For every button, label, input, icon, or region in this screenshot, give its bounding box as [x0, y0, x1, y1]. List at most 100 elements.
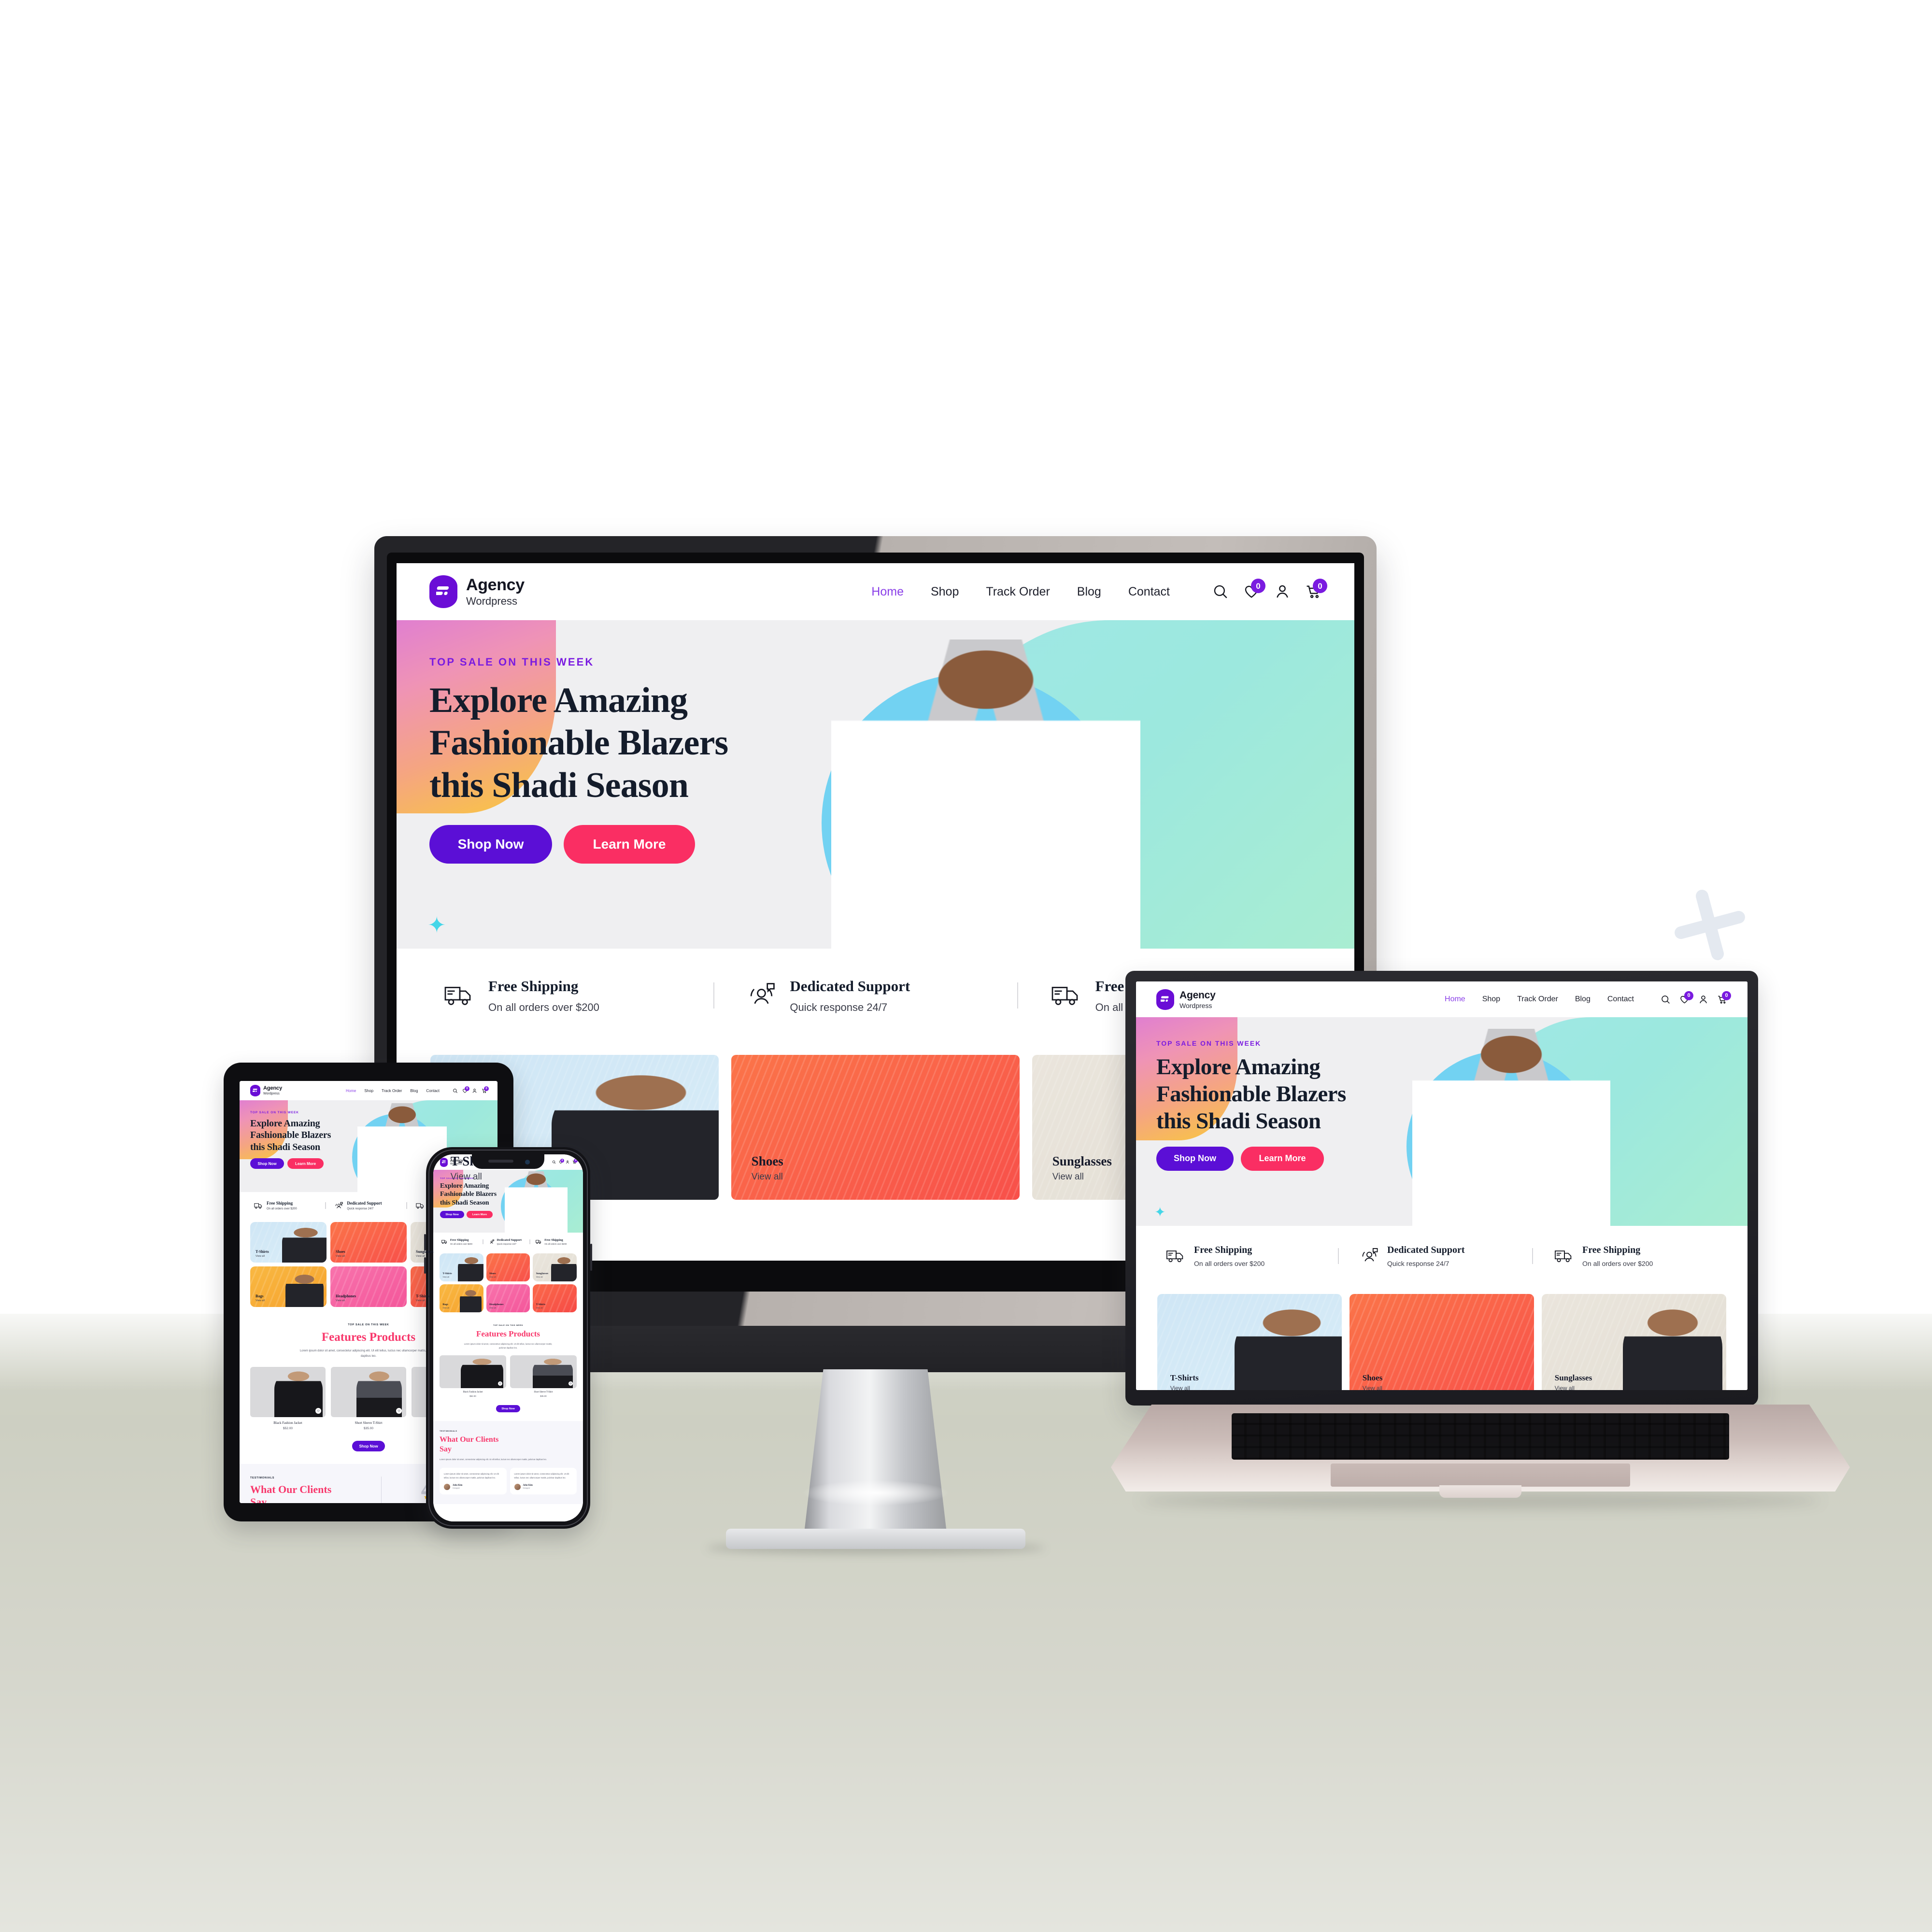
cart-icon[interactable]: 0 [482, 1086, 489, 1094]
learn-more-button[interactable]: Learn More [564, 825, 695, 864]
avatar [514, 1483, 521, 1490]
heart-icon[interactable] [396, 1407, 402, 1414]
category-view-all[interactable]: View all [1052, 1172, 1112, 1182]
category-view-all[interactable]: View all [416, 1299, 429, 1302]
user-icon[interactable] [1698, 994, 1708, 1005]
user-icon[interactable] [566, 1160, 569, 1164]
nav-item-shop[interactable]: Shop [1482, 995, 1500, 1004]
category-view-all[interactable]: View all [416, 1255, 433, 1258]
shop-now-button[interactable]: Shop Now [1156, 1146, 1234, 1171]
category-card-headphones[interactable]: Headphones View all [486, 1284, 530, 1312]
brand-logo[interactable]: Agency Wordpress [1156, 989, 1216, 1010]
category-card-shoes[interactable]: Shoes View all [731, 1055, 1020, 1200]
laptop-trackpad[interactable] [1331, 1463, 1630, 1487]
category-view-all[interactable]: View all [489, 1307, 504, 1309]
shop-now-button[interactable]: Shop Now [352, 1441, 385, 1451]
category-name: Bags [256, 1293, 264, 1298]
cart-icon[interactable]: 0 [1717, 991, 1731, 1005]
heart-icon[interactable]: 0 [559, 1159, 564, 1164]
cart-icon[interactable]: 0 [572, 1159, 578, 1164]
category-view-all[interactable]: View all [336, 1299, 356, 1302]
shop-now-button[interactable]: Shop Now [496, 1405, 520, 1413]
feature-strip: Free Shipping On all orders over $200 Ded… [433, 1233, 583, 1251]
nav-item-blog[interactable]: Blog [410, 1089, 418, 1093]
search-icon[interactable] [453, 1088, 458, 1094]
shop-now-button[interactable]: Shop Now [429, 825, 552, 864]
laptop-screen[interactable]: Agency Wordpress Home Shop Track Order B… [1136, 981, 1747, 1390]
category-card-t-shirts[interactable]: T-Shirts View all [1157, 1294, 1342, 1390]
heart-icon[interactable]: 0 [462, 1086, 469, 1094]
hero-headline-line-1: Explore Amazing [1156, 1054, 1321, 1080]
heart-icon[interactable] [315, 1407, 321, 1414]
category-view-all[interactable]: View all [336, 1255, 345, 1258]
avatar [444, 1483, 450, 1490]
nav-item-home[interactable]: Home [346, 1089, 356, 1093]
category-view-all[interactable]: View all [256, 1299, 265, 1302]
heart-icon[interactable]: 0 [1679, 991, 1693, 1005]
category-view-all[interactable]: View all [489, 1276, 496, 1278]
nav-item-blog[interactable]: Blog [1575, 995, 1591, 1004]
shop-now-button[interactable]: Shop Now [440, 1211, 464, 1219]
nav-item-shop[interactable]: Shop [364, 1089, 373, 1093]
category-view-all[interactable]: View all [256, 1255, 269, 1258]
category-card-t-shirts-2[interactable]: T-Shirts View all [533, 1284, 577, 1312]
search-icon[interactable] [1661, 994, 1671, 1005]
hero-headline-line-2: Fashionable Blazers [1156, 1081, 1346, 1107]
category-card-bags[interactable]: Bags View all [440, 1284, 483, 1312]
brand-name: Agency [1179, 989, 1216, 1001]
search-icon[interactable] [1212, 583, 1229, 600]
category-view-all[interactable]: View all [536, 1276, 549, 1278]
nav-item-track-order[interactable]: Track Order [986, 585, 1050, 599]
cart-count-badge: 0 [484, 1086, 489, 1091]
nav-item-track-order[interactable]: Track Order [382, 1089, 402, 1093]
heart-icon[interactable]: 0 [1243, 579, 1265, 600]
category-view-all[interactable]: View all [442, 1276, 452, 1278]
product-card[interactable]: Short Sleeve T-Shirt $35.00 [510, 1355, 577, 1397]
learn-more-button[interactable]: Learn More [287, 1158, 324, 1169]
product-card[interactable]: Black Fashion Jacket $52.00 [440, 1355, 506, 1397]
category-card-shoes[interactable]: Shoes View all [1350, 1294, 1534, 1390]
category-card-sunglasses[interactable]: Sunglasses View all [533, 1253, 577, 1281]
nav-item-blog[interactable]: Blog [1077, 585, 1101, 599]
user-icon[interactable] [1274, 583, 1291, 600]
nav-item-contact[interactable]: Contact [1607, 995, 1634, 1004]
nav-item-home[interactable]: Home [1445, 995, 1465, 1004]
category-card-sunglasses[interactable]: Sunglasses View all [1542, 1294, 1726, 1390]
category-view-all[interactable]: View all [1555, 1385, 1592, 1390]
category-card-shoes[interactable]: Shoes View all [330, 1222, 407, 1263]
phone-screen[interactable]: Agency Wordpress 0 0 TOP SALE ON THIS WE… [433, 1154, 583, 1521]
category-card-bags[interactable]: Bags View all [250, 1266, 327, 1307]
nav-item-contact[interactable]: Contact [426, 1089, 440, 1093]
product-card[interactable]: Short Sleeve T-Shirt $35.00 [331, 1367, 406, 1430]
hero-section: TOP SALE ON THIS WEEK Explore Amazing Fa… [433, 1170, 583, 1233]
category-card-headphones[interactable]: Headphones View all [330, 1266, 407, 1307]
phone-power-button[interactable] [590, 1244, 592, 1271]
category-view-all[interactable]: View all [752, 1172, 783, 1182]
feature-title: Dedicated Support [347, 1201, 382, 1206]
laptop-keyboard[interactable] [1232, 1413, 1729, 1460]
category-view-all[interactable]: View all [1170, 1385, 1199, 1390]
nav-item-track-order[interactable]: Track Order [1517, 995, 1558, 1004]
learn-more-button[interactable]: Learn More [467, 1211, 493, 1219]
phone-volume-up-button[interactable] [424, 1234, 426, 1250]
hero-copy: TOP SALE ON THIS WEEK Explore Amazing Fa… [397, 620, 912, 864]
nav-item-contact[interactable]: Contact [1128, 585, 1170, 599]
category-view-all[interactable]: View all [1363, 1385, 1383, 1390]
category-view-all[interactable]: View all [442, 1307, 449, 1309]
brand-logo[interactable]: Agency Wordpress [429, 575, 525, 608]
search-icon[interactable] [552, 1160, 556, 1164]
phone-volume-down-button[interactable] [424, 1257, 426, 1274]
category-card-t-shirts[interactable]: T-Shirts View all [440, 1253, 483, 1281]
nav-item-shop[interactable]: Shop [931, 585, 959, 599]
brand-logo[interactable]: Agency Wordpress [250, 1085, 282, 1096]
category-name: T-Shirts [256, 1249, 269, 1254]
category-card-shoes[interactable]: Shoes View all [486, 1253, 530, 1281]
shop-now-button[interactable]: Shop Now [250, 1158, 284, 1169]
cart-icon[interactable]: 0 [1305, 579, 1327, 600]
product-card[interactable]: Black Fashion Jacket $52.00 [250, 1367, 326, 1430]
user-icon[interactable] [472, 1088, 477, 1094]
learn-more-button[interactable]: Learn More [1241, 1146, 1324, 1171]
category-card-t-shirts[interactable]: T-Shirts View all [250, 1222, 327, 1263]
nav-item-home[interactable]: Home [871, 585, 904, 599]
category-view-all[interactable]: View all [536, 1307, 545, 1309]
